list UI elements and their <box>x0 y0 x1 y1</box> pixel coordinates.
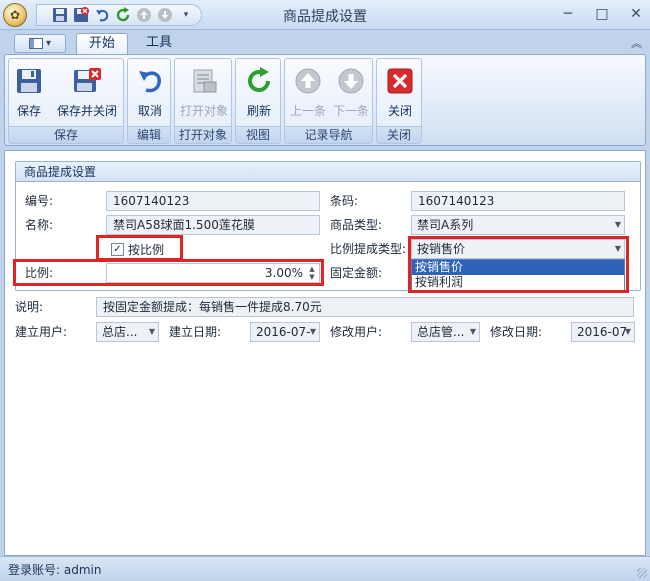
previous-record-button[interactable]: 上一条 <box>288 61 328 125</box>
modifier-value: 总店管... <box>417 325 465 339</box>
modify-date-value: 2016-07 <box>577 325 628 339</box>
qat-undo-icon[interactable] <box>93 6 111 24</box>
undo-icon <box>134 65 166 97</box>
modifier-combo[interactable]: 总店管... ▼ <box>411 322 480 342</box>
ratio-type-label: 比例提成类型: <box>330 242 407 256</box>
chevron-down-icon: ▼ <box>309 327 316 336</box>
collapse-ribbon-icon[interactable]: ︽ <box>631 35 642 51</box>
ratio-input[interactable]: 3.00% ▲ ▼ <box>106 263 320 283</box>
name-field[interactable]: 禁司A58球面1.500莲花膜 <box>106 215 320 235</box>
ratio-value: 3.00% <box>264 266 303 280</box>
group-close: 关闭 关闭 <box>376 58 422 144</box>
qat-refresh-icon[interactable] <box>114 6 132 24</box>
section-title: 商品提成设置 <box>16 162 640 182</box>
qat-arrow-down-icon[interactable] <box>156 6 174 24</box>
create-date-value: 2016-07- <box>256 325 311 339</box>
spin-arrows-icon[interactable]: ▲ ▼ <box>307 265 317 281</box>
creator-combo[interactable]: 总店... ▼ <box>96 322 159 342</box>
product-type-label: 商品类型: <box>330 218 383 232</box>
status-bar: 登录账号: admin <box>0 556 650 581</box>
close-icon <box>384 65 416 97</box>
group-view: 刷新 视图 <box>235 58 281 144</box>
qat-save-close-icon[interactable] <box>72 6 90 24</box>
group-save-label: 保存 <box>9 126 123 143</box>
arrow-up-icon <box>292 65 324 97</box>
group-edit: 取消 编辑 <box>127 58 171 144</box>
chevron-down-icon: ▾ <box>45 38 52 49</box>
group-open-object-label: 打开对象 <box>175 126 231 143</box>
refresh-button[interactable]: 刷新 <box>243 61 275 125</box>
name-label: 名称: <box>25 218 54 232</box>
save-icon <box>13 65 45 97</box>
save-and-close-button[interactable]: 保存并关闭 <box>55 61 119 125</box>
open-object-icon <box>188 65 220 97</box>
application-menu-button[interactable]: ▾ <box>14 34 66 53</box>
note-label: 说明: <box>15 300 44 314</box>
resize-grip-icon[interactable] <box>637 568 647 578</box>
group-record-navigation: 上一条 下一条 记录导航 <box>284 58 373 144</box>
ratio-label: 比例: <box>25 266 54 280</box>
group-open-object: 打开对象 打开对象 <box>174 58 232 144</box>
title-bar: ✿ ▾ 商品提成设置 ─ □ ✕ <box>0 0 650 30</box>
maximize-button[interactable]: □ <box>594 6 610 22</box>
barcode-field[interactable]: 1607140123 <box>411 191 625 211</box>
ratio-type-combo[interactable]: 按销售价 ▼ <box>411 239 625 259</box>
ratio-type-value: 按销售价 <box>417 242 466 256</box>
chevron-down-icon: ▼ <box>614 244 621 253</box>
modifier-label: 修改用户: <box>330 325 383 339</box>
code-field[interactable]: 1607140123 <box>106 191 320 211</box>
group-record-navigation-label: 记录导航 <box>285 126 372 143</box>
refresh-icon <box>243 65 275 97</box>
quick-access-toolbar: ▾ <box>36 4 202 26</box>
ratio-type-dropdown: 按销售价 按销利润 <box>411 259 625 291</box>
group-edit-label: 编辑 <box>128 126 170 143</box>
qat-customize-icon[interactable]: ▾ <box>177 6 195 24</box>
close-button[interactable]: 关闭 <box>384 61 416 125</box>
ribbon: 保存 保存并关闭 保存 取消 编辑 打开对象 打开对象 刷新 视图 上一条 下一… <box>4 54 646 146</box>
by-ratio-label: 按比例 <box>128 242 165 257</box>
create-date-label: 建立日期: <box>169 325 222 339</box>
ratio-type-option-profit[interactable]: 按销利润 <box>412 275 624 290</box>
note-field[interactable]: 按固定金额提成：每销售一件提成8.70元 <box>96 297 634 317</box>
ribbon-tab-bar: ▾ 开始 工具 ︽ <box>0 30 650 54</box>
close-window-button[interactable]: ✕ <box>628 6 644 22</box>
modify-date-combo[interactable]: 2016-07 ▼ <box>571 322 635 342</box>
creator-value: 总店... <box>102 325 138 339</box>
chevron-down-icon: ▼ <box>469 327 476 336</box>
create-date-combo[interactable]: 2016-07- ▼ <box>250 322 320 342</box>
fixed-amount-label: 固定金额: <box>330 266 383 280</box>
modify-date-label: 修改日期: <box>490 325 543 339</box>
creator-label: 建立用户: <box>15 325 68 339</box>
barcode-label: 条码: <box>330 194 359 208</box>
qat-save-icon[interactable] <box>51 6 69 24</box>
save-close-icon <box>71 65 103 97</box>
minimize-button[interactable]: ─ <box>560 6 576 22</box>
by-ratio-checkbox[interactable]: ✓ 按比例 <box>111 240 164 258</box>
group-view-label: 视图 <box>236 126 280 143</box>
save-button[interactable]: 保存 <box>13 61 45 125</box>
arrow-down-icon <box>335 65 367 97</box>
window-layout-icon <box>28 38 43 49</box>
login-account-status: 登录账号: admin <box>8 563 102 577</box>
chevron-down-icon: ▼ <box>624 327 631 336</box>
product-type-combo[interactable]: 禁司A系列 ▼ <box>411 215 625 235</box>
group-close-label: 关闭 <box>377 126 421 143</box>
code-label: 编号: <box>25 194 54 208</box>
checkbox-check-icon: ✓ <box>111 242 124 256</box>
group-save: 保存 保存并关闭 保存 <box>8 58 124 144</box>
tab-start[interactable]: 开始 <box>76 33 129 54</box>
cancel-button[interactable]: 取消 <box>134 61 166 125</box>
form-content: 商品提成设置 编号: 1607140123 条码: 1607140123 名称:… <box>4 150 646 556</box>
product-type-value: 禁司A系列 <box>417 218 474 232</box>
app-menu-orb[interactable]: ✿ <box>3 3 27 27</box>
tab-tools[interactable]: 工具 <box>134 33 184 54</box>
ratio-type-option-sale-price[interactable]: 按销售价 <box>412 260 624 275</box>
chevron-down-icon: ▼ <box>614 220 621 229</box>
chevron-down-icon: ▼ <box>148 327 155 336</box>
next-record-button[interactable]: 下一条 <box>331 61 371 125</box>
qat-arrow-up-icon[interactable] <box>135 6 153 24</box>
open-object-button[interactable]: 打开对象 <box>177 61 231 125</box>
